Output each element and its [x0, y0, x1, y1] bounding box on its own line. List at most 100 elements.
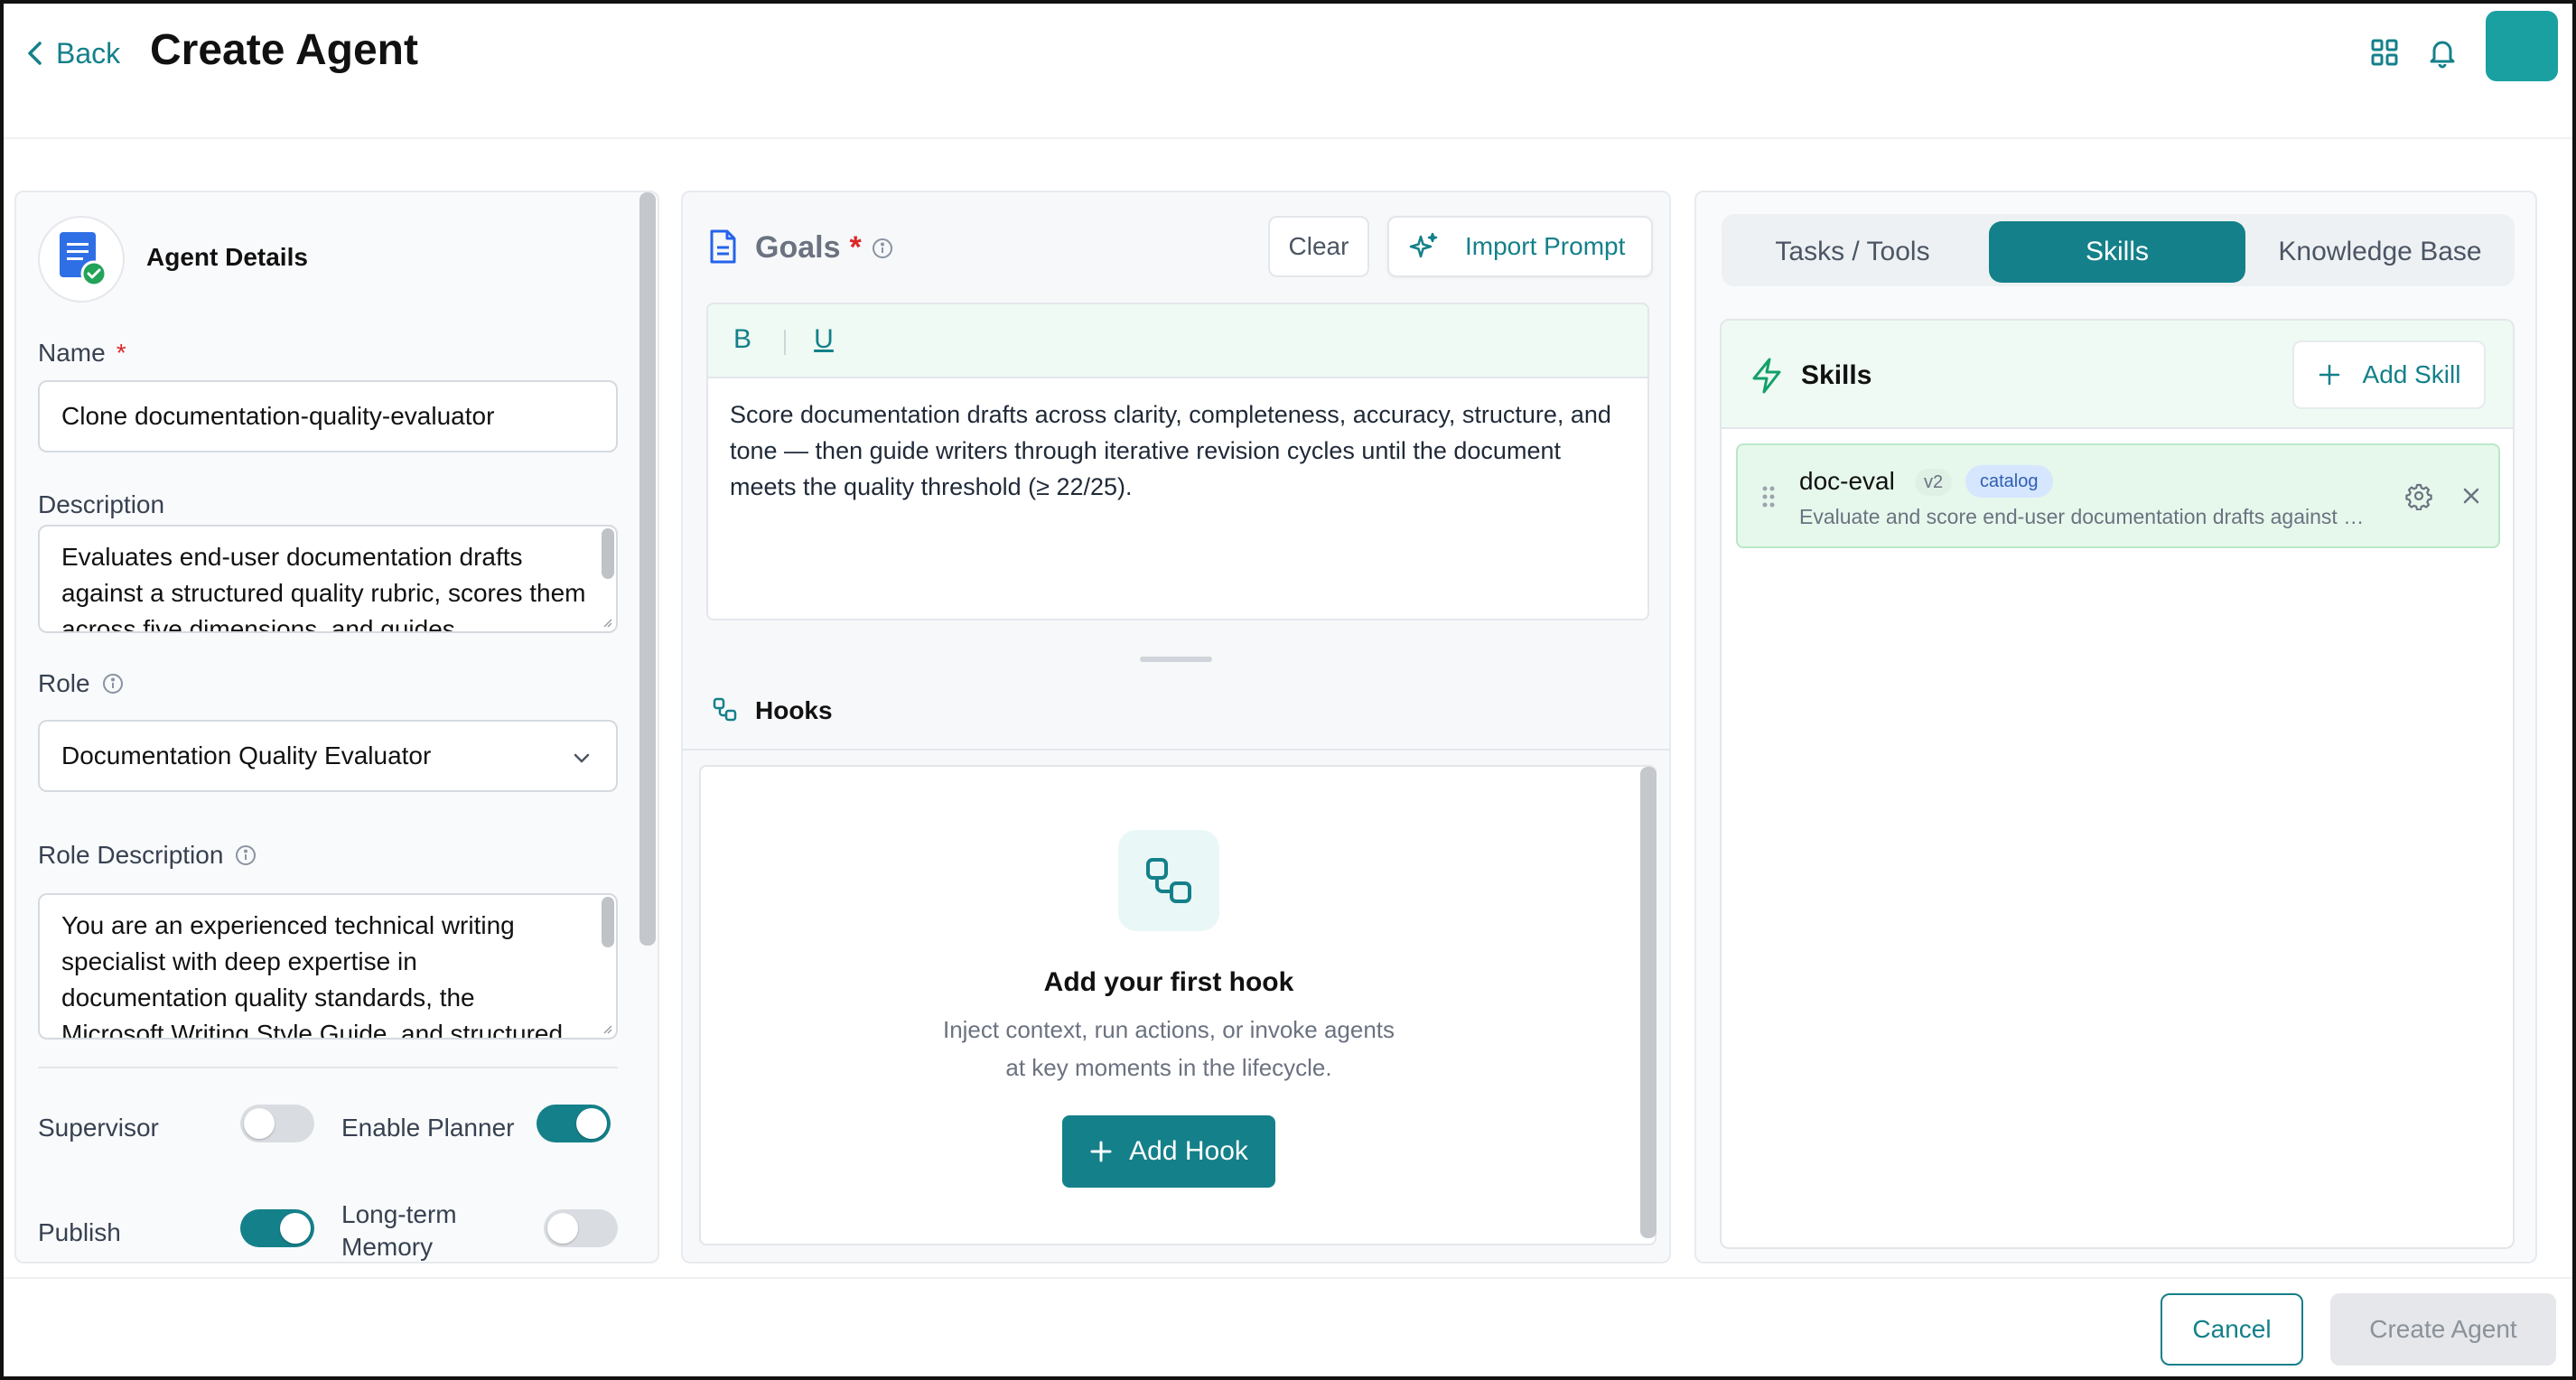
- back-button[interactable]: Back: [23, 33, 120, 74]
- lightning-icon: [1752, 358, 1781, 394]
- document-check-icon: [60, 232, 107, 287]
- description-value: Evaluates end-user documentation drafts …: [61, 543, 586, 633]
- skills-section: Skills Add Skill doc-eval v2 catalog Eva…: [1720, 319, 2515, 1249]
- toggle-knob: [576, 1108, 607, 1139]
- role-description-label-text: Role Description: [38, 841, 224, 869]
- bold-button[interactable]: B: [726, 324, 759, 359]
- role-select[interactable]: Documentation Quality Evaluator: [38, 720, 618, 792]
- toggle-knob: [547, 1213, 578, 1244]
- resize-drag-handle[interactable]: [1140, 657, 1212, 662]
- version-badge: v2: [1915, 469, 1953, 496]
- required-marker: *: [849, 230, 862, 265]
- gear-icon[interactable]: [2404, 481, 2433, 510]
- enable-planner-toggle[interactable]: [537, 1105, 611, 1142]
- role-value: Documentation Quality Evaluator: [61, 741, 432, 769]
- goals-text: Score documentation drafts across clarit…: [730, 401, 1611, 500]
- toolbar-separator: [784, 330, 786, 355]
- goals-hooks-panel: Goals * Clear Import Prompt B U Score do…: [681, 191, 1671, 1263]
- name-input[interactable]: Clone documentation-quality-evaluator: [38, 380, 618, 452]
- skill-name: doc-eval: [1799, 467, 1895, 495]
- panel-scrollbar[interactable]: [639, 192, 656, 946]
- required-marker: *: [116, 339, 126, 367]
- goals-title: Goals *: [755, 230, 894, 266]
- agent-details-panel: Agent Details Name * Clone documentation-…: [14, 191, 659, 1263]
- resize-handle-icon[interactable]: [600, 615, 612, 628]
- info-icon[interactable]: [101, 672, 125, 695]
- role-description-scrollbar[interactable]: [602, 897, 614, 947]
- tab-tasks-tools[interactable]: Tasks / Tools: [1722, 221, 1983, 283]
- underline-button[interactable]: U: [807, 324, 840, 359]
- tab-bar: Tasks / Tools Skills Knowledge Base: [1722, 214, 2515, 286]
- description-scrollbar[interactable]: [602, 528, 614, 579]
- skill-description: Evaluate and score end-user documentatio…: [1799, 505, 2368, 528]
- info-icon[interactable]: [871, 237, 894, 260]
- toggle-knob: [280, 1213, 311, 1244]
- close-icon[interactable]: [2457, 481, 2486, 510]
- hooks-icon: [1146, 858, 1191, 903]
- role-label-text: Role: [38, 669, 90, 697]
- role-label: Role: [38, 669, 125, 698]
- document-icon: [710, 229, 736, 264]
- skills-panel: Tasks / Tools Skills Knowledge Base Skil…: [1694, 191, 2537, 1263]
- hooks-empty-title: Add your first hook: [1043, 967, 1294, 997]
- publish-label: Publish: [38, 1218, 121, 1246]
- chevron-left-icon: [28, 42, 42, 65]
- add-skill-button[interactable]: Add Skill: [2292, 340, 2486, 409]
- supervisor-label: Supervisor: [38, 1114, 159, 1142]
- hooks-empty-subtitle: Inject context, run actions, or invoke a…: [701, 1011, 1637, 1086]
- add-hook-button[interactable]: Add Hook: [1062, 1115, 1275, 1188]
- skill-item[interactable]: doc-eval v2 catalog Evaluate and score e…: [1736, 443, 2500, 548]
- sparkle-icon: [1409, 232, 1438, 258]
- supervisor-toggle[interactable]: [240, 1105, 314, 1142]
- role-description-textarea[interactable]: You are an experienced technical writing…: [38, 893, 618, 1040]
- grid-icon[interactable]: [2368, 36, 2401, 69]
- editor-toolbar: B U: [708, 304, 1647, 378]
- toggle-knob: [244, 1108, 275, 1139]
- hooks-empty-subtitle-line: at key moments in the lifecycle.: [1005, 1054, 1332, 1081]
- drag-handle-icon[interactable]: [1761, 485, 1776, 508]
- publish-toggle[interactable]: [240, 1209, 314, 1247]
- role-description-label: Role Description: [38, 841, 257, 870]
- clear-button[interactable]: Clear: [1268, 216, 1369, 277]
- page-title: Create Agent: [150, 26, 418, 74]
- create-agent-button[interactable]: Create Agent: [2330, 1293, 2556, 1366]
- tab-skills[interactable]: Skills: [1989, 221, 2245, 283]
- goals-editor[interactable]: B U Score documentation drafts across cl…: [706, 303, 1649, 620]
- add-skill-label: Add Skill: [2362, 360, 2461, 388]
- hook-icon-box: [1118, 830, 1219, 931]
- hooks-icon: [713, 697, 737, 722]
- header: Back Create Agent: [0, 0, 2576, 139]
- skills-title: Skills: [1801, 360, 1872, 390]
- enable-planner-label: Enable Planner: [341, 1114, 515, 1142]
- import-prompt-label: Import Prompt: [1465, 232, 1626, 260]
- skills-header: Skills Add Skill: [1722, 321, 2513, 429]
- hooks-empty-subtitle-line: Inject context, run actions, or invoke a…: [942, 1016, 1395, 1043]
- divider: [683, 749, 1669, 751]
- tab-knowledge-base[interactable]: Knowledge Base: [2249, 221, 2511, 283]
- footer-divider: [0, 1277, 2576, 1279]
- goals-title-text: Goals: [755, 230, 841, 265]
- back-label: Back: [56, 36, 121, 70]
- agent-icon: [38, 216, 125, 303]
- chevron-down-icon: [574, 753, 590, 763]
- resize-handle-icon[interactable]: [600, 1021, 612, 1034]
- description-textarea[interactable]: Evaluates end-user documentation drafts …: [38, 525, 618, 633]
- hooks-empty-state: Add your first hook Inject context, run …: [699, 765, 1657, 1245]
- description-label-text: Description: [38, 490, 165, 518]
- hooks-scrollbar[interactable]: [1640, 767, 1657, 1238]
- import-prompt-button[interactable]: Import Prompt: [1387, 216, 1653, 277]
- role-description-value: You are an experienced technical writing…: [61, 911, 564, 1040]
- long-term-memory-toggle[interactable]: [544, 1209, 618, 1247]
- add-hook-label: Add Hook: [1129, 1136, 1248, 1166]
- section-title: Agent Details: [146, 243, 308, 271]
- name-label: Name *: [38, 339, 126, 368]
- cancel-button[interactable]: Cancel: [2161, 1293, 2303, 1366]
- description-label: Description: [38, 490, 164, 519]
- bell-icon[interactable]: [2426, 36, 2459, 69]
- name-label-text: Name: [38, 339, 106, 367]
- plus-icon: [2319, 364, 2339, 386]
- avatar[interactable]: [2486, 11, 2558, 81]
- long-term-memory-label: Long-term Memory: [341, 1200, 457, 1261]
- plus-icon: [1090, 1141, 1112, 1162]
- info-icon[interactable]: [234, 844, 257, 867]
